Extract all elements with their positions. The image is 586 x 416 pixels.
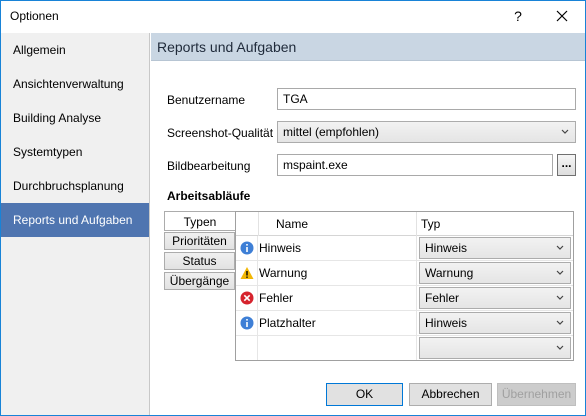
grid-header-name[interactable]: Name: [259, 212, 417, 236]
row-name[interactable]: Hinweis: [259, 236, 301, 260]
chevron-down-icon: [561, 129, 569, 134]
table-row[interactable]: Fehler Fehler: [236, 286, 573, 311]
row-type-value: Hinweis: [425, 316, 468, 330]
page-title: Reports und Aufgaben: [157, 39, 297, 55]
options-dialog: Optionen ? Allgemein Ansichtenverwaltung…: [0, 0, 586, 416]
table-row[interactable]: Hinweis Hinweis: [236, 236, 573, 261]
row-type-value: Warnung: [425, 266, 474, 280]
row-name[interactable]: Warnung: [259, 261, 307, 285]
info-icon: [240, 316, 254, 330]
tab-status[interactable]: Status: [164, 252, 235, 270]
table-row-new[interactable]: [236, 336, 573, 361]
tab-typen[interactable]: Typen: [164, 211, 235, 231]
cancel-button[interactable]: Abbrechen: [409, 383, 492, 406]
row-name[interactable]: Fehler: [259, 286, 293, 310]
help-button[interactable]: ?: [508, 5, 528, 27]
sidebar-item-systemtypen[interactable]: Systemtypen: [1, 135, 149, 169]
browse-button[interactable]: ...: [557, 154, 576, 176]
sidebar: Allgemein Ansichtenverwaltung Building A…: [1, 33, 150, 415]
window-title: Optionen: [10, 9, 59, 23]
sidebar-item-allgemein[interactable]: Allgemein: [1, 33, 149, 67]
warning-icon: [240, 267, 254, 279]
close-icon: [556, 10, 568, 22]
chevron-down-icon: [556, 295, 564, 300]
grid-header: Name Typ: [236, 212, 573, 236]
row-type-value: Fehler: [425, 291, 460, 305]
chevron-down-icon: [556, 270, 564, 275]
row-name[interactable]: Platzhalter: [259, 311, 316, 335]
quality-select-value: mittel (empfohlen): [283, 125, 380, 139]
quality-select[interactable]: mittel (empfohlen): [277, 121, 576, 143]
chevron-down-icon: [556, 320, 564, 325]
table-row[interactable]: Platzhalter Hinweis: [236, 311, 573, 336]
row-type-value: Hinweis: [425, 241, 468, 255]
row-type-select[interactable]: Hinweis: [419, 237, 571, 259]
sidebar-item-building-analyse[interactable]: Building Analyse: [1, 101, 149, 135]
table-row[interactable]: Warnung Warnung: [236, 261, 573, 286]
quality-label: Screenshot-Qualität: [167, 126, 274, 140]
title-bar: Optionen ?: [1, 1, 585, 32]
row-type-select[interactable]: [419, 337, 571, 359]
content-header: Reports und Aufgaben: [151, 33, 585, 61]
workflows-title: Arbeitsabläufe: [167, 189, 251, 203]
grid-header-icon: [236, 212, 259, 236]
sidebar-item-reports-und-aufgaben[interactable]: Reports und Aufgaben: [1, 203, 149, 237]
error-icon: [240, 291, 254, 305]
tab-prioritaeten[interactable]: Prioritäten: [164, 232, 235, 250]
sidebar-item-durchbruchsplanung[interactable]: Durchbruchsplanung: [1, 169, 149, 203]
row-type-select[interactable]: Fehler: [419, 287, 571, 309]
chevron-down-icon: [556, 245, 564, 250]
username-label: Benutzername: [167, 93, 246, 107]
row-type-select[interactable]: Hinweis: [419, 312, 571, 334]
chevron-down-icon: [556, 345, 564, 350]
sidebar-item-ansichtenverwaltung[interactable]: Ansichtenverwaltung: [1, 67, 149, 101]
close-button[interactable]: [551, 5, 573, 27]
grid-header-type[interactable]: Typ: [417, 212, 573, 236]
username-input[interactable]: TGA: [277, 88, 576, 110]
info-icon: [240, 241, 254, 255]
image-editor-input[interactable]: mspaint.exe: [277, 154, 553, 176]
tab-uebergaenge[interactable]: Übergänge: [164, 272, 235, 290]
workflow-types-grid: Name Typ Hinweis Hinweis Warnung Warnung…: [235, 211, 574, 361]
apply-button[interactable]: Übernehmen: [497, 383, 576, 406]
row-type-select[interactable]: Warnung: [419, 262, 571, 284]
image-editor-label: Bildbearbeitung: [167, 159, 251, 173]
ok-button[interactable]: OK: [326, 383, 403, 406]
